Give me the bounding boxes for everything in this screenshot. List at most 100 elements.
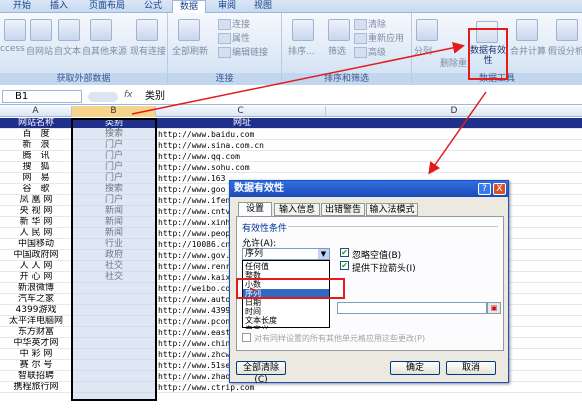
edit-links-button[interactable]: 编辑链接 (218, 45, 268, 58)
remove-duplicates-button[interactable]: 删除重复项 (440, 56, 468, 69)
apply-all-checkbox[interactable] (242, 333, 251, 342)
text-to-columns-button[interactable]: 分列 (414, 44, 432, 57)
cell-site-name[interactable]: 汽车之家 (2, 294, 70, 305)
connections-icon (218, 19, 231, 30)
cell-site-name[interactable]: 中国政府网 (2, 250, 70, 261)
formula-input[interactable]: 类别 (145, 90, 165, 103)
dialog-title[interactable]: 数据有效性 (230, 181, 508, 197)
cell-site-name[interactable]: 中 彩 网 (2, 349, 70, 360)
cell-site-name[interactable]: 人 人 网 (2, 261, 70, 272)
cancel-button[interactable]: 取消 (446, 361, 496, 375)
ignore-blank-checkbox[interactable]: ✔ (340, 248, 349, 257)
clear-all-button[interactable]: 全部清除(C) (236, 361, 286, 385)
column-header-a[interactable]: A (0, 106, 72, 117)
header-category[interactable]: 类别 (73, 118, 155, 129)
option-time[interactable]: 时间 (243, 307, 329, 316)
cell-url[interactable]: http://www.qq.com (158, 151, 458, 162)
reapply-icon (354, 33, 367, 44)
formula-bar-handle[interactable] (88, 92, 118, 102)
cell-site-name[interactable]: 新 华 网 (2, 217, 70, 228)
header-site-name[interactable]: 网站名称 (2, 118, 70, 129)
group-sort-filter: 排序... 筛选 清除 重新应用 高级 排序和筛选 (282, 13, 412, 85)
cell-site-name[interactable]: 太平洋电脑网 (2, 316, 70, 327)
from-web-button[interactable]: 自网站 (26, 44, 53, 57)
cell-site-name[interactable]: 东方财富 (2, 327, 70, 338)
ignore-blank-label: 忽略空值(B) (352, 251, 402, 261)
range-picker-icon[interactable]: ▣ (487, 302, 501, 314)
cell-url[interactable]: http://www.ctrip.com (158, 382, 458, 393)
cell-url[interactable]: http://www.baidu.com (158, 129, 458, 140)
column-header-b[interactable]: B (72, 106, 156, 117)
cell-site-name[interactable]: 4399游戏 (2, 305, 70, 316)
header-url[interactable]: 网址 (158, 118, 326, 129)
dialog-tab-ime-mode[interactable]: 输入法模式 (366, 203, 418, 216)
cell-site-name[interactable]: 智联招聘 (2, 371, 70, 382)
apply-all-label: 对有同样设置的所有其他单元格应用这些更改(P) (254, 334, 426, 343)
from-text-button[interactable]: 自文本 (54, 44, 81, 57)
filter-icon (328, 19, 350, 41)
cell-site-name[interactable]: 中华英才网 (2, 338, 70, 349)
dropdown-arrow-checkbox[interactable]: ✔ (340, 261, 349, 270)
section-divider (288, 226, 498, 227)
cell-site-name[interactable]: 新 浪 (2, 140, 70, 151)
tab-insert[interactable]: 插入 (44, 0, 74, 13)
what-if-button[interactable]: 假设分析 (548, 44, 582, 57)
tab-formulas[interactable]: 公式 (138, 0, 168, 13)
cell-site-name[interactable]: 赛 尔 号 (2, 360, 70, 371)
cell-site-name[interactable]: 网 易 (2, 173, 70, 184)
cell-site-name[interactable]: 开 心 网 (2, 272, 70, 283)
cell-site-name[interactable]: 凤 凰 网 (2, 195, 70, 206)
access-button[interactable]: ccess (0, 44, 25, 54)
cell-site-name[interactable]: 新浪微博 (2, 283, 70, 294)
dialog-tab-error-alert[interactable]: 出错警告 (321, 203, 365, 216)
reapply-label: 重新应用 (368, 34, 405, 44)
cell-site-name[interactable]: 央 视 网 (2, 206, 70, 217)
clear-button[interactable]: 清除 (354, 17, 386, 30)
properties-button[interactable]: 属性 (218, 31, 250, 44)
help-icon[interactable]: ? (478, 183, 491, 195)
consolidate-button[interactable]: 合并计算 (510, 44, 546, 57)
allow-select-value: 序列 (245, 249, 264, 259)
reapply-button[interactable]: 重新应用 (354, 31, 404, 44)
option-custom[interactable]: 自定义 (243, 325, 329, 329)
fx-icon[interactable]: fx (124, 90, 133, 100)
from-other-sources-button[interactable]: 自其他来源 (82, 44, 127, 57)
option-text-length[interactable]: 文本长度 (243, 316, 329, 325)
tab-home[interactable]: 开始 (4, 0, 40, 13)
option-any-value[interactable]: 任何值 (243, 262, 329, 271)
text-file-icon (58, 19, 80, 41)
column-header-c[interactable]: C (156, 106, 326, 117)
existing-connections-button[interactable]: 现有连接 (130, 44, 166, 57)
sort-button[interactable]: 排序... (288, 44, 315, 57)
close-icon[interactable]: X (493, 183, 506, 195)
cell-site-name[interactable]: 谷 歌 (2, 184, 70, 195)
tab-page-layout[interactable]: 页面布局 (82, 0, 132, 13)
allow-select[interactable]: 序列 ▼ (242, 248, 330, 260)
refresh-all-button[interactable]: 全部刷新 (172, 44, 208, 57)
dialog-tab-input-message[interactable]: 输入信息 (274, 203, 320, 216)
cell-site-name[interactable]: 人 民 网 (2, 228, 70, 239)
advanced-button[interactable]: 高级 (354, 45, 386, 58)
connections-button[interactable]: 连接 (218, 17, 250, 30)
cell-site-name[interactable]: 百 度 (2, 129, 70, 140)
column-header-d[interactable]: D (326, 106, 582, 117)
clear-icon (354, 19, 367, 30)
cell-url[interactable]: http://www.sohu.com (158, 162, 458, 173)
option-date[interactable]: 日期 (243, 298, 329, 307)
cell-site-name[interactable]: 携程旅行网 (2, 382, 70, 393)
dialog-tab-settings[interactable]: 设置 (238, 202, 272, 216)
cell-site-name[interactable]: 中国移动 (2, 239, 70, 250)
tab-view[interactable]: 视图 (248, 0, 278, 13)
source-input[interactable] (337, 302, 487, 314)
cell-url[interactable]: http://www.sina.com.cn (158, 140, 458, 151)
tab-data[interactable]: 数据 (172, 0, 206, 14)
name-box[interactable]: B1 (2, 90, 82, 103)
chevron-down-icon[interactable]: ▼ (318, 249, 329, 259)
group-external-data: ccess 自网站 自文本 自其他来源 现有连接 获取外部数据 (0, 13, 168, 85)
cell-site-name[interactable]: 腾 讯 (2, 151, 70, 162)
cell-site-name[interactable]: 搜 狐 (2, 162, 70, 173)
tab-review[interactable]: 审阅 (212, 0, 242, 13)
filter-button[interactable]: 筛选 (328, 44, 346, 57)
ok-button[interactable]: 确定 (390, 361, 440, 375)
data-validation-dialog: 数据有效性 ? X 设置 输入信息 出错警告 输入法模式 有效性条件 允许(A)… (229, 180, 509, 385)
